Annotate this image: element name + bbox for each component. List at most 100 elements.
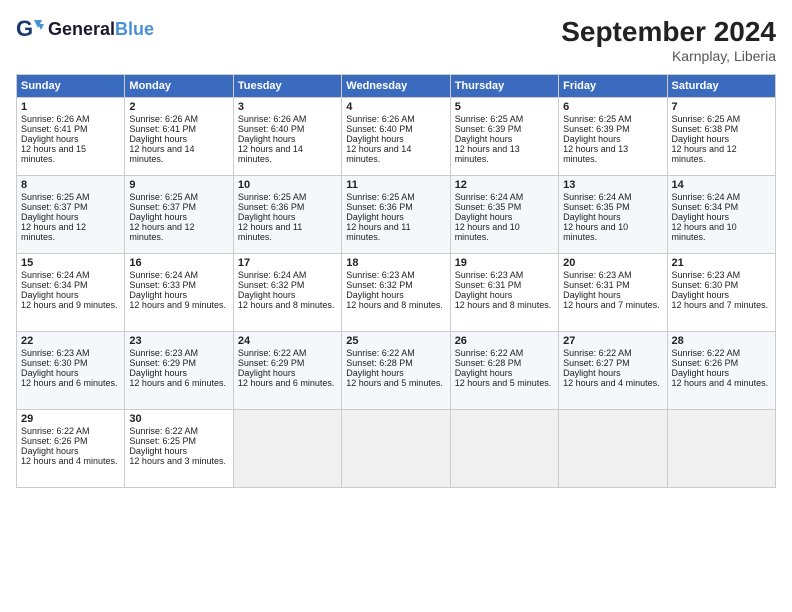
daylight-label: Daylight hours [21,446,120,456]
day-number: 27 [563,335,662,347]
daylight-label: Daylight hours [129,290,228,300]
calendar-cell: 27Sunrise: 6:22 AMSunset: 6:27 PMDayligh… [559,332,667,410]
day-number: 6 [563,101,662,113]
calendar-cell: 25Sunrise: 6:22 AMSunset: 6:28 PMDayligh… [342,332,450,410]
day-number: 26 [455,335,554,347]
header: G GeneralBlue September 2024 Karnplay, L… [16,16,776,64]
calendar-cell: 22Sunrise: 6:23 AMSunset: 6:30 PMDayligh… [17,332,125,410]
daylight-value: 12 hours and 7 minutes. [563,300,662,310]
daylight-value: 12 hours and 9 minutes. [21,300,120,310]
day-number: 22 [21,335,120,347]
day-number: 5 [455,101,554,113]
sunset-text: Sunset: 6:34 PM [21,280,120,290]
title-block: September 2024 Karnplay, Liberia [561,16,776,64]
calendar-cell [342,410,450,488]
calendar-cell: 7Sunrise: 6:25 AMSunset: 6:38 PMDaylight… [667,98,775,176]
sunset-text: Sunset: 6:40 PM [346,124,445,134]
header-wednesday: Wednesday [342,75,450,98]
day-number: 15 [21,257,120,269]
calendar-cell: 8Sunrise: 6:25 AMSunset: 6:37 PMDaylight… [17,176,125,254]
calendar-week-row: 8Sunrise: 6:25 AMSunset: 6:37 PMDaylight… [17,176,776,254]
day-number: 8 [21,179,120,191]
day-number: 1 [21,101,120,113]
daylight-value: 12 hours and 14 minutes. [238,144,337,164]
calendar-cell: 4Sunrise: 6:26 AMSunset: 6:40 PMDaylight… [342,98,450,176]
sunrise-text: Sunrise: 6:25 AM [21,192,120,202]
day-number: 2 [129,101,228,113]
daylight-label: Daylight hours [129,212,228,222]
header-sunday: Sunday [17,75,125,98]
day-number: 13 [563,179,662,191]
sunrise-text: Sunrise: 6:24 AM [21,270,120,280]
sunrise-text: Sunrise: 6:23 AM [129,348,228,358]
day-number: 10 [238,179,337,191]
day-number: 30 [129,413,228,425]
calendar-cell: 13Sunrise: 6:24 AMSunset: 6:35 PMDayligh… [559,176,667,254]
day-number: 7 [672,101,771,113]
daylight-value: 12 hours and 10 minutes. [563,222,662,242]
sunrise-text: Sunrise: 6:23 AM [563,270,662,280]
sunrise-text: Sunrise: 6:26 AM [129,114,228,124]
day-number: 4 [346,101,445,113]
daylight-value: 12 hours and 8 minutes. [346,300,445,310]
calendar-cell: 10Sunrise: 6:25 AMSunset: 6:36 PMDayligh… [233,176,341,254]
sunset-text: Sunset: 6:36 PM [346,202,445,212]
day-number: 21 [672,257,771,269]
calendar-cell: 18Sunrise: 6:23 AMSunset: 6:32 PMDayligh… [342,254,450,332]
daylight-label: Daylight hours [563,290,662,300]
logo-text: GeneralBlue [48,20,154,40]
sunrise-text: Sunrise: 6:25 AM [129,192,228,202]
sunset-text: Sunset: 6:33 PM [129,280,228,290]
day-number: 3 [238,101,337,113]
daylight-label: Daylight hours [563,134,662,144]
sunrise-text: Sunrise: 6:24 AM [129,270,228,280]
daylight-label: Daylight hours [129,368,228,378]
daylight-value: 12 hours and 7 minutes. [672,300,771,310]
weekday-header-row: Sunday Monday Tuesday Wednesday Thursday… [17,75,776,98]
day-number: 12 [455,179,554,191]
daylight-label: Daylight hours [21,212,120,222]
calendar-cell: 12Sunrise: 6:24 AMSunset: 6:35 PMDayligh… [450,176,558,254]
sunrise-text: Sunrise: 6:26 AM [21,114,120,124]
sunset-text: Sunset: 6:30 PM [672,280,771,290]
calendar-week-row: 15Sunrise: 6:24 AMSunset: 6:34 PMDayligh… [17,254,776,332]
sunset-text: Sunset: 6:32 PM [238,280,337,290]
daylight-value: 12 hours and 5 minutes. [455,378,554,388]
sunrise-text: Sunrise: 6:24 AM [563,192,662,202]
page: G GeneralBlue September 2024 Karnplay, L… [0,0,792,612]
sunset-text: Sunset: 6:37 PM [21,202,120,212]
daylight-label: Daylight hours [455,134,554,144]
daylight-value: 12 hours and 12 minutes. [672,144,771,164]
svg-text:G: G [16,16,33,41]
calendar-cell: 5Sunrise: 6:25 AMSunset: 6:39 PMDaylight… [450,98,558,176]
day-number: 17 [238,257,337,269]
sunset-text: Sunset: 6:36 PM [238,202,337,212]
sunset-text: Sunset: 6:26 PM [21,436,120,446]
daylight-value: 12 hours and 8 minutes. [455,300,554,310]
daylight-label: Daylight hours [346,212,445,222]
calendar-cell: 30Sunrise: 6:22 AMSunset: 6:25 PMDayligh… [125,410,233,488]
sunrise-text: Sunrise: 6:22 AM [346,348,445,358]
daylight-value: 12 hours and 15 minutes. [21,144,120,164]
logo: G GeneralBlue [16,16,154,44]
sunset-text: Sunset: 6:26 PM [672,358,771,368]
sunrise-text: Sunrise: 6:25 AM [346,192,445,202]
calendar-cell [667,410,775,488]
day-number: 29 [21,413,120,425]
daylight-value: 12 hours and 11 minutes. [238,222,337,242]
sunrise-text: Sunrise: 6:22 AM [672,348,771,358]
daylight-value: 12 hours and 5 minutes. [346,378,445,388]
sunset-text: Sunset: 6:31 PM [563,280,662,290]
daylight-value: 12 hours and 9 minutes. [129,300,228,310]
daylight-label: Daylight hours [21,134,120,144]
sunset-text: Sunset: 6:30 PM [21,358,120,368]
day-number: 14 [672,179,771,191]
logo-icon: G [16,16,44,44]
sunset-text: Sunset: 6:28 PM [346,358,445,368]
header-saturday: Saturday [667,75,775,98]
calendar-cell: 21Sunrise: 6:23 AMSunset: 6:30 PMDayligh… [667,254,775,332]
sunset-text: Sunset: 6:28 PM [455,358,554,368]
daylight-label: Daylight hours [238,134,337,144]
header-thursday: Thursday [450,75,558,98]
sunrise-text: Sunrise: 6:25 AM [672,114,771,124]
